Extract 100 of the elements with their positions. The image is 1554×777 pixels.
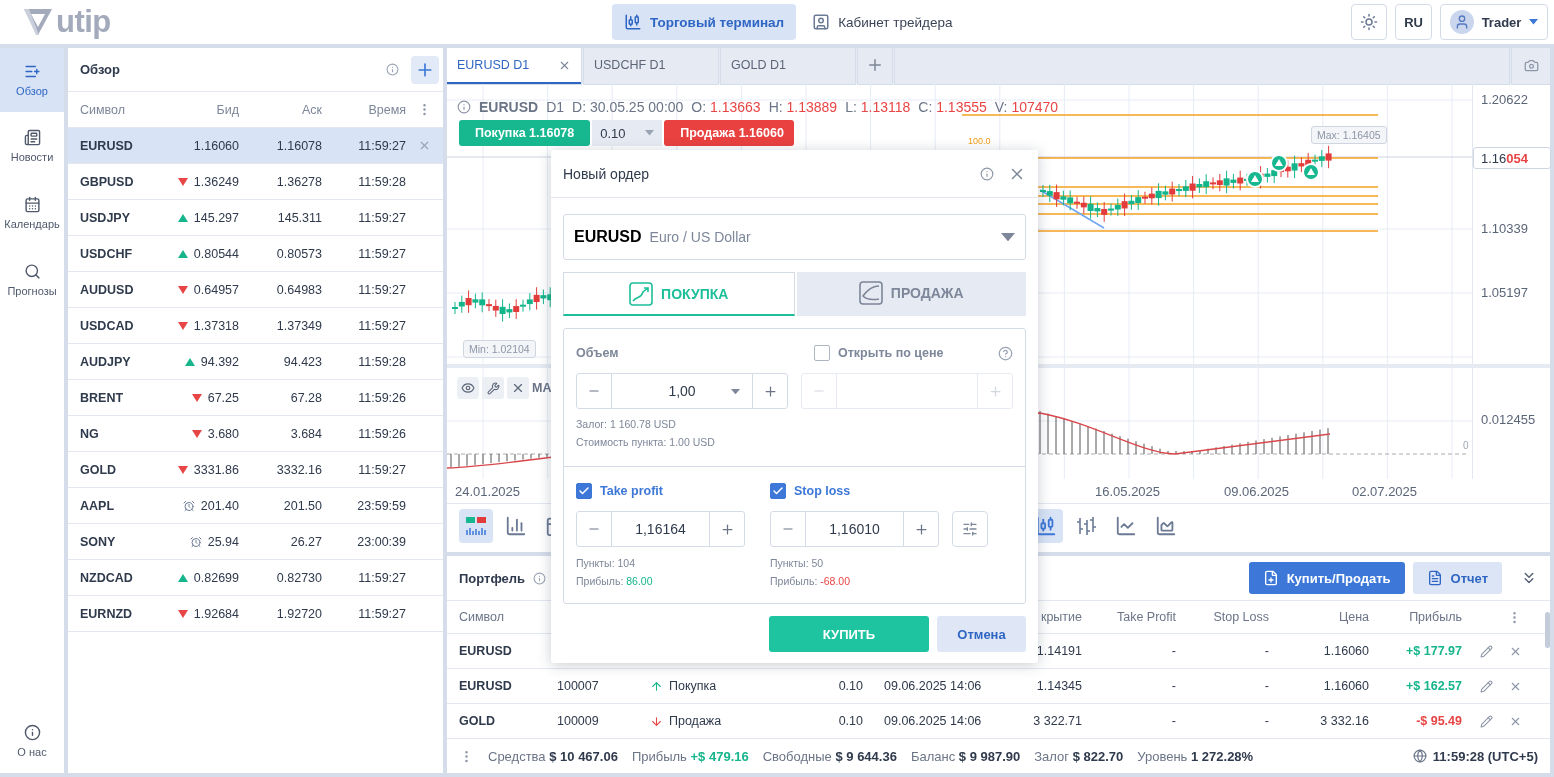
checkmark-icon <box>772 485 784 497</box>
sidebar-item[interactable]: Обзор <box>0 48 64 112</box>
position-row[interactable]: EURUSD 100007 Покупка 0.10 09.06.2025 14:06 1.14345 - - 1.16060 +$ 162.57 <box>447 668 1550 703</box>
settings-button[interactable] <box>482 377 504 399</box>
buy-sell-button[interactable]: Купить/Продать <box>1248 562 1405 594</box>
timeframe-text: D1 <box>546 99 565 115</box>
profit-text: +$ 162.57 <box>1406 679 1462 693</box>
status-item: Свободные $ 9 644.36 <box>762 748 897 764</box>
bid-text: 145.297 <box>193 210 239 225</box>
help-icon[interactable] <box>998 345 1013 361</box>
column-header: Время <box>367 102 406 117</box>
bid-text: 0.82699 <box>193 570 239 585</box>
chart-tool-button[interactable] <box>459 509 493 543</box>
symbol-text: NG <box>80 426 100 441</box>
visibility-button[interactable] <box>457 377 479 399</box>
ask-text: 145.311 <box>276 210 322 225</box>
chart-tab[interactable]: GOLD D1 <box>721 48 855 84</box>
nav-tab[interactable]: Кабинет трейдера <box>800 4 965 40</box>
symbol-text: USDCHF <box>80 246 134 261</box>
bar-chart-icon <box>505 515 527 537</box>
pip-value-text: Стоимость пункта: 1.00 USD <box>576 436 716 448</box>
volume-text: 0.10 <box>838 714 863 728</box>
status-item: Прибыль +$ 479.16 <box>631 748 749 764</box>
ask-text: 1.36278 <box>275 174 322 189</box>
report-button[interactable]: Отчет <box>1412 562 1502 594</box>
symbol-select[interactable]: EURUSD Euro / US Dollar <box>563 214 1026 260</box>
price-label: 1.05197 <box>1481 285 1528 300</box>
side-text: Покупка <box>669 679 717 693</box>
sidebar-icon <box>23 262 41 280</box>
time-text: 11:59:26 <box>357 426 406 441</box>
checkbox[interactable] <box>770 483 786 499</box>
sell-button[interactable]: Продажа 1.16060 <box>664 120 795 146</box>
ask-text: 0.64983 <box>275 282 322 297</box>
dialog-title: Новый ордер <box>563 165 650 182</box>
zero-label: 0 <box>1463 440 1469 451</box>
bid-text: 0.80544 <box>193 246 239 261</box>
watchlist-row[interactable]: EURUSD 1.16060 1.16078 11:59:27 <box>68 128 443 164</box>
symbol-text: AUDJPY <box>80 354 132 369</box>
indicator-value-label: 0.012455 <box>1481 412 1536 427</box>
edit-icon[interactable] <box>1480 714 1493 728</box>
close-icon[interactable] <box>418 139 431 152</box>
chart-tab[interactable]: EURUSD D1 <box>447 48 581 84</box>
sidebar-icon <box>23 63 41 80</box>
panel-title: Портфель <box>459 570 526 586</box>
caret-icon <box>1001 232 1015 242</box>
nav-tab[interactable]: Торговый терминал <box>612 4 797 40</box>
add-tab-button[interactable] <box>858 48 892 84</box>
cancel-button[interactable]: Отмена <box>937 616 1026 652</box>
profit-text: Прибыль: 86.00 <box>576 575 654 587</box>
caret-icon <box>1529 19 1539 25</box>
symbol-text: EURUSD <box>459 679 512 693</box>
info-icon <box>457 100 471 114</box>
trend-line <box>1039 189 1105 229</box>
bid-text: 67.25 <box>207 390 239 405</box>
stop-loss-text: - <box>1264 644 1269 658</box>
add-button[interactable] <box>411 55 439 84</box>
column-header: Символ <box>80 102 127 117</box>
screenshot-button[interactable] <box>1512 48 1550 84</box>
position-row[interactable]: GOLD 100009 Продажа 0.10 09.06.2025 14:06 3 322.71 - - 3 332.16 -$ 95.49 <box>447 703 1550 738</box>
ohlc-text: C: 1.13555 <box>918 99 987 115</box>
ask-text: 94.423 <box>282 354 322 369</box>
column-header: Take Profit <box>1116 610 1176 624</box>
max-label: Max: 1.16405 <box>1311 126 1387 144</box>
info-icon <box>980 166 994 181</box>
remove-button[interactable] <box>507 377 529 399</box>
order-text: 100007 <box>557 679 599 693</box>
column-header: крытие <box>1040 610 1082 624</box>
status-item: Средства $ 10 467.06 <box>488 748 618 764</box>
scrollbar-thumb[interactable] <box>1545 612 1550 648</box>
edit-icon[interactable] <box>1480 679 1493 693</box>
user-button[interactable]: Trader <box>1440 4 1548 40</box>
checkbox-label: Stop loss <box>794 484 851 498</box>
symbol-text: BRENT <box>80 390 125 405</box>
logo-icon <box>24 9 52 35</box>
profit-text: +$ 177.97 <box>1406 644 1462 658</box>
bid-text: 1.37318 <box>193 318 239 333</box>
area-chart-icon <box>1155 515 1177 537</box>
checkbox[interactable] <box>576 483 592 499</box>
ohlc-bars-icon <box>1075 515 1097 537</box>
ask-text: 201.50 <box>282 498 322 513</box>
profit-text: Прибыль: -68.00 <box>770 575 852 587</box>
time-text: 09.06.2025 14:06 <box>884 679 982 693</box>
symbol-text: AUDUSD <box>80 282 135 297</box>
lot-select[interactable]: 0.10 <box>592 120 663 146</box>
plus-icon <box>913 521 929 537</box>
theme-button[interactable] <box>1351 4 1388 40</box>
chart-tab[interactable]: USDCHF D1 <box>584 48 718 84</box>
ask-text: 67.28 <box>289 390 322 405</box>
time-text: 23:00:39 <box>356 534 406 549</box>
checkmark-icon <box>578 485 590 497</box>
bid-text: 25.94 <box>207 534 239 549</box>
take-profit-text: - <box>1171 644 1176 658</box>
profit-text: -$ 95.49 <box>1416 714 1462 728</box>
time-text: 11:59:27 <box>357 138 406 153</box>
edit-icon[interactable] <box>1480 644 1493 658</box>
user-card-icon <box>812 13 831 31</box>
settings-button[interactable] <box>952 511 988 547</box>
time-text: 11:59:27 <box>357 210 406 225</box>
language-button[interactable]: RU <box>1395 4 1432 40</box>
checkbox[interactable] <box>814 345 830 361</box>
